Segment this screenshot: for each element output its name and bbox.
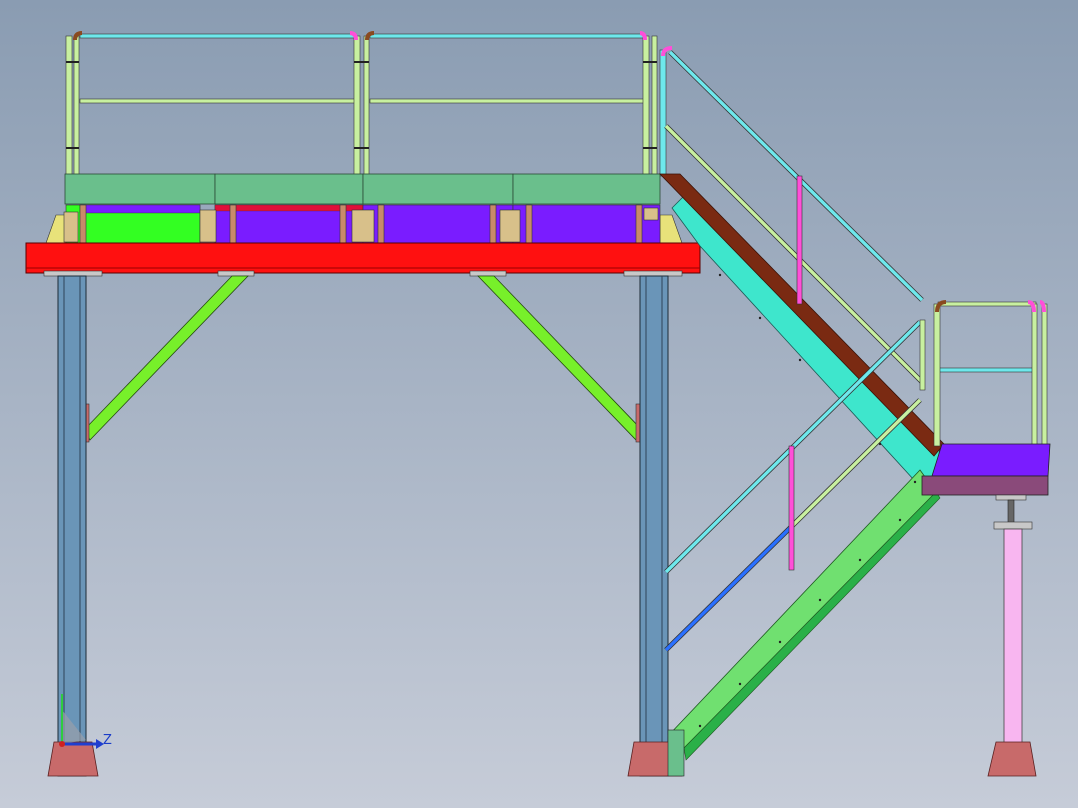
- knee-braces[interactable]: [83, 275, 643, 443]
- end-gusset-right: [659, 214, 683, 244]
- rail-post-5: [642, 35, 650, 177]
- rail-post-3: [353, 35, 361, 177]
- deck-panel-3[interactable]: [362, 173, 514, 205]
- landing-top-rail: [937, 301, 1037, 307]
- cad-viewport[interactable]: Z: [0, 0, 1078, 808]
- landing-post-1: [933, 303, 941, 447]
- end-gusset-left: [45, 214, 67, 244]
- top-rail-right: [369, 33, 645, 39]
- deck-panel-4[interactable]: [512, 173, 661, 205]
- rail-post-2: [73, 35, 80, 177]
- landing-fascia[interactable]: [921, 475, 1049, 496]
- triad-z-label: Z: [103, 733, 112, 748]
- landing-post-stair: [919, 319, 926, 391]
- base-plate-left: [47, 741, 99, 777]
- landing-post-2: [1031, 303, 1038, 447]
- stringer-green-dark: [683, 491, 941, 761]
- landing-base-plate: [987, 741, 1037, 777]
- stair-post-lower: [788, 445, 795, 571]
- joist-left-purple-top: [79, 204, 201, 214]
- stair-post-upper: [796, 175, 803, 305]
- stair-handrail[interactable]: [664, 50, 924, 652]
- deck-panel-2[interactable]: [214, 173, 364, 205]
- rail-post-7: [659, 49, 667, 177]
- stair-landing[interactable]: [919, 300, 1051, 777]
- platform-guardrail[interactable]: [65, 31, 673, 177]
- mid-rail-right: [369, 98, 645, 104]
- rail-clips: [66, 61, 657, 149]
- brace-right[interactable]: [477, 275, 643, 441]
- mid-rail-left: [79, 98, 357, 104]
- platform-columns[interactable]: [47, 275, 683, 777]
- landing-mid-rail: [937, 367, 1037, 373]
- deck-grating[interactable]: [64, 173, 661, 205]
- triad-origin: [59, 741, 65, 747]
- rail-post-1: [65, 35, 73, 177]
- top-rail-left: [79, 33, 357, 39]
- rail-post-6: [651, 35, 658, 177]
- deck-panel-1[interactable]: [64, 173, 216, 205]
- stair-foot-plate: [667, 729, 685, 777]
- brace-left[interactable]: [83, 275, 249, 441]
- landing-support-post[interactable]: [1003, 528, 1023, 774]
- platform-structure-model[interactable]: Z: [0, 0, 1078, 808]
- landing-post-3: [1041, 303, 1048, 447]
- column-right[interactable]: [639, 275, 669, 777]
- secondary-joists[interactable]: [45, 204, 683, 244]
- rail-post-4: [363, 35, 370, 177]
- landing-deck[interactable]: [931, 443, 1051, 477]
